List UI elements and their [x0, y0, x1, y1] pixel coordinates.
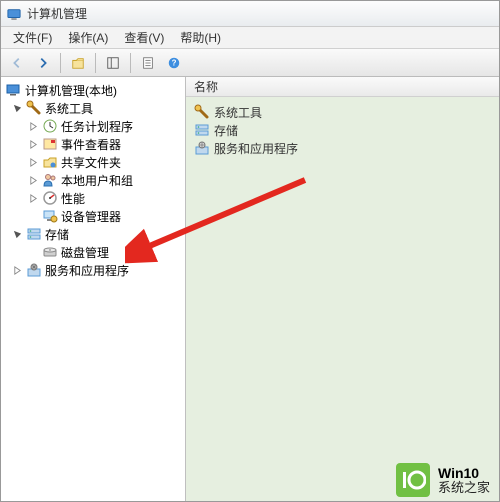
tree-storage[interactable]: 存储	[1, 225, 185, 243]
disk-mgmt-icon	[42, 244, 58, 260]
tree-label: 事件查看器	[61, 136, 121, 153]
logo-site: 系统之家	[438, 480, 490, 495]
collapse-icon[interactable]	[11, 228, 23, 240]
tree-label: 系统工具	[45, 100, 93, 117]
tree-device-manager[interactable]: 设备管理器	[1, 207, 185, 225]
tree-system-tools[interactable]: 系统工具	[1, 99, 185, 117]
menu-view[interactable]: 查看(V)	[116, 27, 172, 48]
logo-mark-icon	[396, 463, 430, 497]
collapse-icon[interactable]	[11, 102, 23, 114]
event-icon	[42, 136, 58, 152]
up-button[interactable]	[66, 52, 90, 74]
tree-label: 磁盘管理	[61, 244, 109, 261]
menubar: 文件(F) 操作(A) 查看(V) 帮助(H)	[1, 27, 499, 49]
tools-icon	[26, 100, 42, 116]
tree-services-apps[interactable]: 服务和应用程序	[1, 261, 185, 279]
tree-label: 任务计划程序	[61, 118, 133, 135]
logo-text: Win10 系统之家	[438, 466, 490, 495]
list-header[interactable]: 名称	[186, 77, 499, 97]
expand-icon[interactable]	[27, 120, 39, 132]
tree-label: 本地用户和组	[61, 172, 133, 189]
computer-management-window: 计算机管理 文件(F) 操作(A) 查看(V) 帮助(H) ?	[0, 0, 500, 502]
tree-label: 性能	[61, 190, 85, 207]
help-button[interactable]: ?	[162, 52, 186, 74]
tree-task-scheduler[interactable]: 任务计划程序	[1, 117, 185, 135]
tree-label: 共享文件夹	[61, 154, 121, 171]
clock-icon	[42, 118, 58, 134]
app-icon	[7, 7, 21, 21]
tools-icon	[194, 104, 210, 120]
titlebar: 计算机管理	[1, 1, 499, 27]
tree-event-viewer[interactable]: 事件查看器	[1, 135, 185, 153]
tree-root[interactable]: 计算机管理(本地)	[1, 81, 185, 99]
tree-shared-folders[interactable]: 共享文件夹	[1, 153, 185, 171]
users-icon	[42, 172, 58, 188]
column-header-name[interactable]: 名称	[194, 78, 218, 95]
list-item-label: 存储	[214, 122, 238, 139]
list-item[interactable]: 服务和应用程序	[192, 139, 493, 157]
services-icon	[26, 262, 42, 278]
tree-performance[interactable]: 性能	[1, 189, 185, 207]
tree-label: 服务和应用程序	[45, 262, 129, 279]
tree-label: 存储	[45, 226, 69, 243]
watermark-logo: Win10 系统之家	[386, 458, 500, 502]
window-title: 计算机管理	[27, 5, 87, 22]
back-button	[5, 52, 29, 74]
menu-file[interactable]: 文件(F)	[5, 27, 60, 48]
list-item[interactable]: 系统工具	[192, 103, 493, 121]
performance-icon	[42, 190, 58, 206]
menu-action[interactable]: 操作(A)	[60, 27, 116, 48]
shared-folder-icon	[42, 154, 58, 170]
device-mgr-icon	[42, 208, 58, 224]
tree-disk-management[interactable]: 磁盘管理	[1, 243, 185, 261]
tree-local-users[interactable]: 本地用户和组	[1, 171, 185, 189]
forward-button[interactable]	[31, 52, 55, 74]
list-item[interactable]: 存储	[192, 121, 493, 139]
toolbar-separator	[95, 53, 96, 73]
expand-icon[interactable]	[27, 156, 39, 168]
tree-pane[interactable]: 计算机管理(本地) 系统工具 任务计划程序	[1, 77, 186, 501]
menu-help[interactable]: 帮助(H)	[172, 27, 229, 48]
logo-brand: Win10	[438, 465, 479, 481]
svg-text:?: ?	[172, 58, 177, 67]
show-hide-tree-button[interactable]	[101, 52, 125, 74]
properties-button[interactable]	[136, 52, 160, 74]
expand-icon[interactable]	[27, 174, 39, 186]
toolbar: ?	[1, 49, 499, 77]
services-icon	[194, 140, 210, 156]
storage-icon	[194, 122, 210, 138]
expand-icon[interactable]	[11, 264, 23, 276]
expand-icon[interactable]	[27, 192, 39, 204]
list-body[interactable]: 系统工具 存储 服务和应用程序	[186, 97, 499, 501]
tree-label: 设备管理器	[61, 208, 121, 225]
content-area: 计算机管理(本地) 系统工具 任务计划程序	[1, 77, 499, 501]
computer-mgmt-icon	[6, 82, 22, 98]
list-item-label: 服务和应用程序	[214, 140, 298, 157]
list-item-label: 系统工具	[214, 104, 262, 121]
toolbar-separator	[130, 53, 131, 73]
storage-icon	[26, 226, 42, 242]
toolbar-separator	[60, 53, 61, 73]
expand-icon[interactable]	[27, 138, 39, 150]
list-pane: 名称 系统工具 存储	[186, 77, 499, 501]
tree-root-label: 计算机管理(本地)	[25, 82, 117, 99]
